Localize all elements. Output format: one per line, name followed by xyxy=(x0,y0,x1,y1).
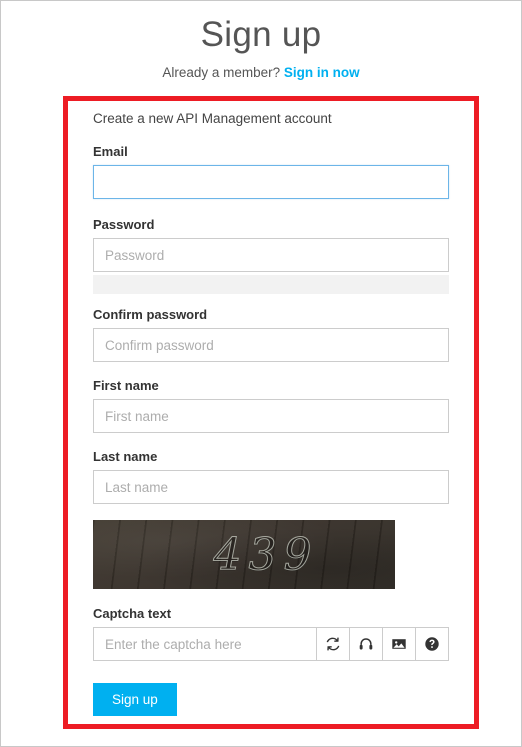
last-name-input[interactable] xyxy=(93,470,449,504)
member-prompt: Already a member? Sign in now xyxy=(1,65,521,80)
page-title: Sign up xyxy=(200,15,322,54)
first-name-label: First name xyxy=(93,378,159,393)
last-name-label: Last name xyxy=(93,449,158,464)
submit-row: Sign up xyxy=(93,683,449,716)
email-label: Email xyxy=(93,144,128,159)
captcha-group: Captcha text xyxy=(93,606,449,661)
signup-button[interactable]: Sign up xyxy=(93,683,177,716)
signup-page: Sign up Already a member? Sign in now Cr… xyxy=(0,0,522,747)
headphones-icon xyxy=(358,636,374,652)
form-caption: Create a new API Management account xyxy=(93,111,332,126)
captcha-audio-button[interactable] xyxy=(350,627,383,661)
captcha-label: Captcha text xyxy=(93,606,172,621)
email-group: Email xyxy=(93,144,449,199)
email-input[interactable] xyxy=(93,165,449,199)
confirm-password-input[interactable] xyxy=(93,328,449,362)
sign-in-now-link[interactable]: Sign in now xyxy=(284,65,360,80)
captcha-image-button[interactable] xyxy=(383,627,416,661)
first-name-group: First name xyxy=(93,378,449,433)
captcha-input-row xyxy=(93,627,449,661)
password-group: Password xyxy=(93,217,449,294)
first-name-input[interactable] xyxy=(93,399,449,433)
signup-form: Create a new API Management account Emai… xyxy=(93,111,449,716)
captcha-code-text: 439 xyxy=(213,529,319,581)
captcha-help-button[interactable] xyxy=(416,627,449,661)
confirm-password-label: Confirm password xyxy=(93,307,208,322)
password-input[interactable] xyxy=(93,238,449,272)
image-icon xyxy=(391,636,407,652)
refresh-icon xyxy=(325,636,341,652)
captcha-input[interactable] xyxy=(93,627,317,661)
last-name-group: Last name xyxy=(93,449,449,504)
help-icon xyxy=(424,636,440,652)
member-prompt-text: Already a member? xyxy=(162,65,281,81)
confirm-password-group: Confirm password xyxy=(93,307,449,362)
captcha-image: 439 xyxy=(93,520,395,589)
page-header: Sign up Already a member? Sign in now xyxy=(1,1,521,80)
password-label: Password xyxy=(93,217,155,232)
password-strength-bar xyxy=(93,275,449,294)
captcha-refresh-button[interactable] xyxy=(317,627,350,661)
